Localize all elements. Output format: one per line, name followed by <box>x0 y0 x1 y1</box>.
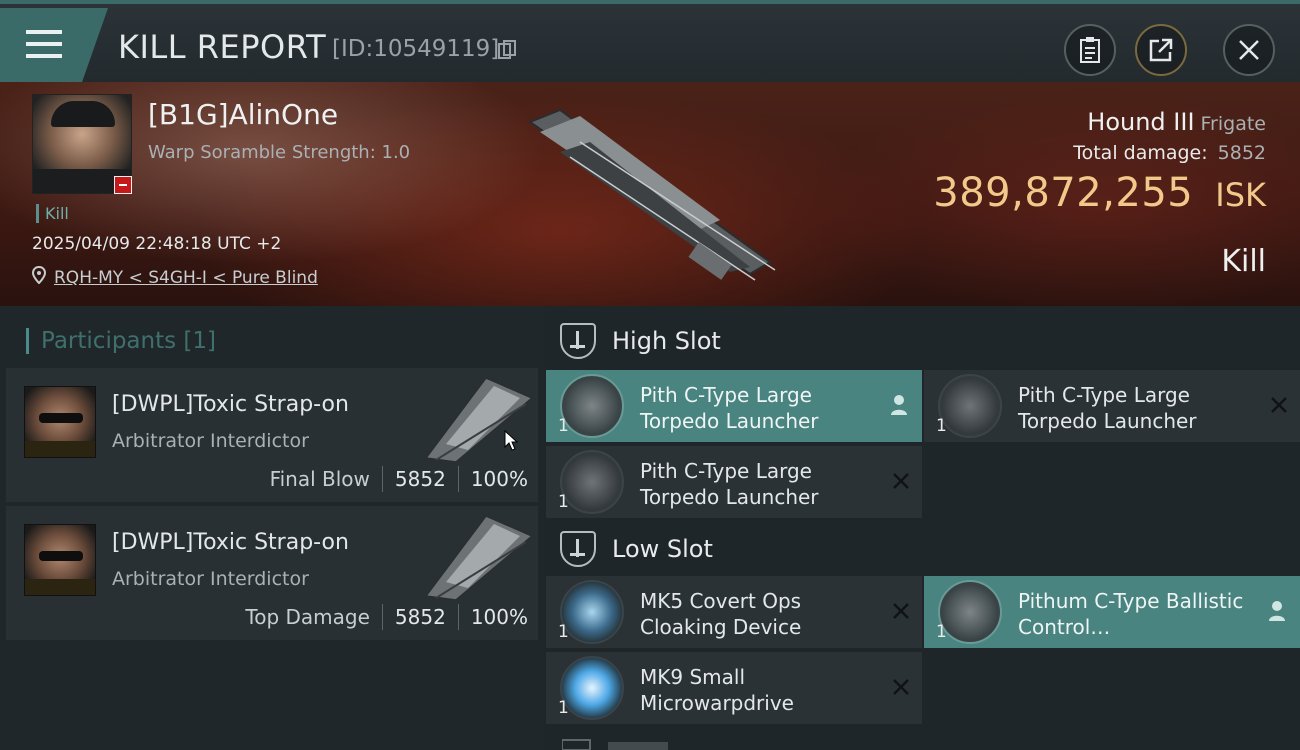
stat-damage: 5852 <box>394 605 446 629</box>
report-id: [ID:10549119] <box>332 36 500 62</box>
victim-name[interactable]: [B1G]AlinOne <box>148 98 338 131</box>
participant-avatar[interactable] <box>24 386 96 458</box>
mouse-cursor-icon <box>504 430 518 451</box>
menu-button[interactable] <box>0 8 108 82</box>
participants-label: Participants <box>41 328 177 354</box>
torpedo-launcher-icon <box>560 450 624 514</box>
module-name: Pith C-Type Large Torpedo Launcher <box>1018 383 1197 433</box>
participant-name[interactable]: [DWPL]Toxic Strap-on <box>112 392 349 417</box>
location-link[interactable]: RQH-MY < S4GH-I < Pure Blind <box>54 268 318 288</box>
participants-panel: Participants [1] [DWPL]Toxic Strap-on Ar… <box>0 306 544 750</box>
high-slot-title: High Slot <box>612 327 721 355</box>
participant-stats: Top Damage 5852 100% <box>245 604 528 630</box>
low-slot-title: Low Slot <box>612 535 713 563</box>
ship-type: Hound III <box>1087 108 1195 136</box>
participant-ship: Arbitrator Interdictor <box>112 430 309 452</box>
participants-header: Participants [1] <box>26 328 216 354</box>
isk-value: 389,872,255 <box>933 170 1194 216</box>
ship-class: Frigate <box>1200 113 1266 135</box>
module-quantity: 1 <box>558 622 569 642</box>
isk-unit: ISK <box>1215 176 1266 214</box>
dropped-person-icon <box>1269 601 1285 621</box>
module-quantity: 1 <box>558 492 569 512</box>
result-label: Kill <box>1221 244 1266 279</box>
module-name: Pith C-Type Large Torpedo Launcher <box>640 383 819 433</box>
module-item[interactable]: 1 Pith C-Type Large Torpedo Launcher <box>546 446 922 518</box>
participant-name[interactable]: [DWPL]Toxic Strap-on <box>112 530 349 555</box>
kill-timestamp: 2025/04/09 22:48:18 UTC +2 <box>32 234 282 254</box>
module-quantity: 1 <box>936 622 947 642</box>
module-quantity: 1 <box>558 698 569 718</box>
module-item[interactable]: 1 MK5 Covert Ops Cloaking Device <box>546 576 922 648</box>
copy-icon[interactable] <box>498 40 516 60</box>
total-damage: Total damage: 5852 <box>1073 142 1266 164</box>
stat-label: Final Blow <box>269 467 370 491</box>
top-bar: KILL REPORT [ID:10549119] <box>0 0 1300 82</box>
ballistic-control-icon <box>938 580 1002 644</box>
destroyed-x-icon <box>893 473 909 489</box>
share-button[interactable] <box>1135 24 1187 76</box>
location-pin-icon <box>32 266 46 284</box>
module-item[interactable]: 1 Pith C-Type Large Torpedo Launcher <box>546 370 922 442</box>
stat-label: Top Damage <box>245 605 370 629</box>
isk-value-row: 389,872,255 ISK <box>933 170 1266 216</box>
module-quantity: 1 <box>558 416 569 436</box>
clipboard-button[interactable] <box>1064 24 1116 76</box>
stat-damage: 5852 <box>394 467 446 491</box>
warp-scramble-strength: Warp Soramble Strength: 1.0 <box>148 142 411 163</box>
close-icon <box>1239 40 1259 60</box>
destroyed-x-icon <box>1271 397 1287 413</box>
module-item[interactable]: 1 Pithum C-Type Ballistic Control… <box>924 576 1300 648</box>
destroyed-x-icon <box>893 603 909 619</box>
share-icon <box>1149 38 1173 62</box>
low-slot-header: Low Slot <box>544 518 1300 580</box>
low-slot-icon <box>560 531 596 567</box>
participant-ship: Arbitrator Interdictor <box>112 568 309 590</box>
module-name: Pith C-Type Large Torpedo Launcher <box>640 459 819 509</box>
module-item[interactable]: 1 Pith C-Type Large Torpedo Launcher <box>924 370 1300 442</box>
module-name: MK5 Covert Ops Cloaking Device <box>640 589 802 639</box>
torpedo-launcher-icon <box>560 374 624 438</box>
participant-card[interactable]: [DWPL]Toxic Strap-on Arbitrator Interdic… <box>6 506 538 640</box>
high-slot-header: High Slot <box>544 310 1300 372</box>
kill-tag: Kill <box>36 204 69 223</box>
menu-icon <box>26 30 62 58</box>
close-button[interactable] <box>1223 24 1275 76</box>
microwarpdrive-icon <box>560 656 624 720</box>
participants-count: [1] <box>183 328 217 354</box>
minus-badge-icon <box>114 176 132 194</box>
participant-avatar[interactable] <box>24 524 96 596</box>
module-item[interactable]: 1 MK9 Small Microwarpdrive <box>546 652 922 724</box>
next-slot-header-partial <box>562 739 668 750</box>
high-slot-icon <box>560 323 596 359</box>
total-damage-value: 5852 <box>1217 142 1266 164</box>
module-name: MK9 Small Microwarpdrive <box>640 665 794 715</box>
page-title: KILL REPORT <box>118 28 327 66</box>
clipboard-icon <box>1080 37 1100 63</box>
participant-ship-image <box>424 515 534 601</box>
participant-ship-image <box>424 377 534 463</box>
dropped-person-icon <box>891 395 907 415</box>
fitting-panel: High Slot 1 Pith C-Type Large Torpedo La… <box>544 306 1300 750</box>
stat-percent: 100% <box>470 467 528 491</box>
participant-stats: Final Blow 5852 100% <box>270 466 528 492</box>
torpedo-launcher-icon <box>938 374 1002 438</box>
victim-ship-name: Hound III Frigate <box>1087 108 1266 136</box>
cloaking-device-icon <box>560 580 624 644</box>
participant-card[interactable]: [DWPL]Toxic Strap-on Arbitrator Interdic… <box>6 368 538 502</box>
total-damage-label: Total damage: <box>1073 142 1208 164</box>
destroyed-x-icon <box>893 679 909 695</box>
stat-percent: 100% <box>470 605 528 629</box>
module-name: Pithum C-Type Ballistic Control… <box>1018 589 1244 639</box>
victim-banner: [B1G]AlinOne Warp Soramble Strength: 1.0… <box>0 82 1300 306</box>
victim-ship-image <box>527 108 776 281</box>
module-quantity: 1 <box>936 416 947 436</box>
